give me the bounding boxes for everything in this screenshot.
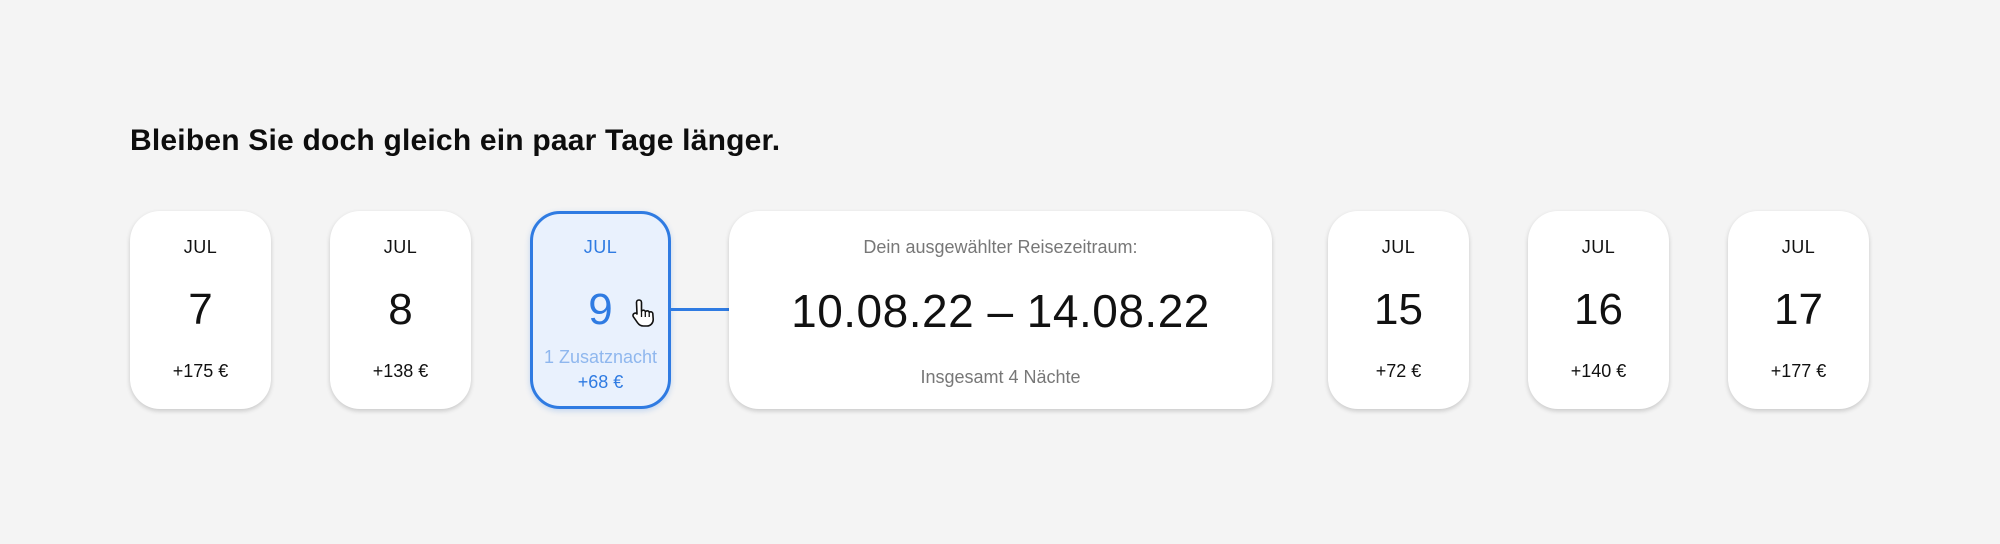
selected-range-card: Dein ausgewählter Reisezeitraum: 10.08.2… — [729, 211, 1272, 409]
date-card-day: 15 — [1374, 285, 1423, 334]
date-card-month: JUL — [583, 237, 618, 257]
date-card-day: 16 — [1574, 285, 1623, 334]
date-card-day: 17 — [1774, 285, 1823, 334]
date-card-16[interactable]: JUL 16 +140 € — [1528, 211, 1669, 409]
range-label: Dein ausgewählter Reisezeitraum: — [863, 237, 1138, 257]
date-card-price: +138 € — [372, 361, 429, 381]
extra-night-label: 1 Zusatznacht — [543, 347, 658, 367]
selection-connector-line — [671, 308, 729, 311]
date-card-price: +72 € — [1375, 361, 1422, 381]
date-card-price: +175 € — [172, 361, 229, 381]
date-card-7[interactable]: JUL 7 +175 € — [130, 211, 271, 409]
date-card-month: JUL — [1581, 237, 1616, 257]
date-card-month: JUL — [1381, 237, 1416, 257]
date-card-17[interactable]: JUL 17 +177 € — [1728, 211, 1869, 409]
date-card-price: +177 € — [1770, 361, 1827, 381]
date-card-15[interactable]: JUL 15 +72 € — [1328, 211, 1469, 409]
date-card-month: JUL — [383, 237, 418, 257]
date-card-month: JUL — [1781, 237, 1816, 257]
range-dates: 10.08.22 – 14.08.22 — [791, 285, 1210, 337]
date-card-day: 8 — [388, 285, 413, 334]
date-card-month: JUL — [183, 237, 218, 257]
date-card-price: +140 € — [1570, 361, 1627, 381]
page-title: Bleiben Sie doch gleich ein paar Tage lä… — [130, 124, 781, 157]
hand-pointer-icon — [632, 299, 654, 327]
date-card-8[interactable]: JUL 8 +138 € — [330, 211, 471, 409]
range-total-nights: Insgesamt 4 Nächte — [920, 367, 1081, 387]
date-card-day: 7 — [188, 285, 213, 334]
date-card-price: +68 € — [577, 372, 624, 392]
